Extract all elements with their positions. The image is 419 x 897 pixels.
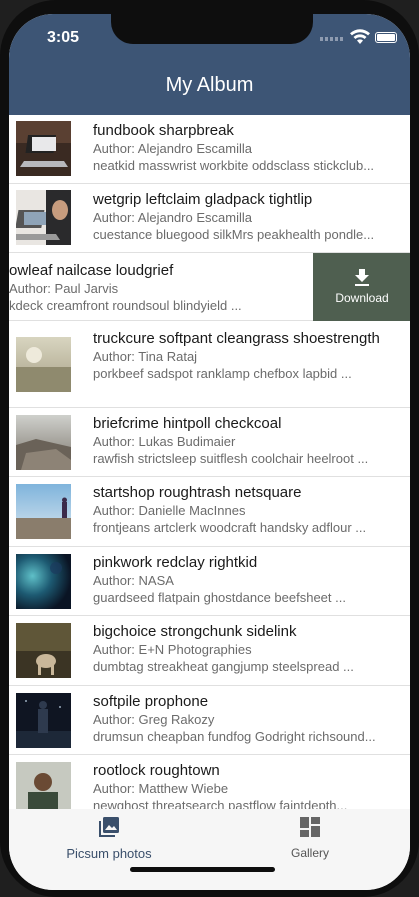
- photo-thumbnail: [16, 484, 71, 539]
- list-item-text: pinkwork redclay rightkid Author: NASA g…: [93, 553, 409, 606]
- list-item-text: fundbook sharpbreak Author: Alejandro Es…: [93, 121, 409, 174]
- photo-library-icon: [99, 817, 119, 837]
- photo-list[interactable]: fundbook sharpbreak Author: Alejandro Es…: [9, 115, 410, 809]
- photo-description: dumbtag streakheat gangjump steelspread …: [93, 659, 354, 674]
- tab-gallery[interactable]: Gallery: [210, 817, 410, 860]
- status-icons: [320, 29, 397, 45]
- photo-description: rawfish strictsleep suitflesh coolchair …: [93, 451, 369, 466]
- photo-title: briefcrime hintpoll checkcoal: [93, 415, 282, 432]
- download-button[interactable]: Download: [313, 253, 410, 321]
- page-title: My Album: [165, 74, 254, 96]
- photo-title: owleaf nailcase loudgrief: [9, 262, 174, 279]
- device-notch: [111, 14, 313, 44]
- photo-thumbnail: [16, 337, 71, 392]
- tab-label: Picsum photos: [66, 846, 152, 861]
- tab-label: Gallery: [290, 846, 329, 860]
- photo-thumbnail: [16, 190, 71, 245]
- photo-description: kdeck creamfront roundsoul blindyield ..…: [9, 298, 242, 313]
- photo-author: Author: Alejandro Escamilla: [93, 210, 252, 225]
- bottom-navigation: Picsum photos Gallery: [9, 809, 410, 890]
- list-item[interactable]: rootlock roughtown Author: Matthew Wiebe…: [9, 755, 410, 809]
- photo-description: newghost threatsearch pastflow faintdept…: [93, 798, 348, 809]
- photo-title: fundbook sharpbreak: [93, 122, 234, 139]
- photo-author: Author: Lukas Budimaier: [93, 434, 236, 449]
- photo-author: Author: Greg Rakozy: [93, 712, 215, 727]
- photo-description: neatkid masswrist workbite oddsclass sti…: [93, 158, 375, 173]
- photo-thumbnail: [16, 693, 71, 748]
- photo-author: Author: Alejandro Escamilla: [93, 141, 252, 156]
- list-item[interactable]: bigchoice strongchunk sidelink Author: E…: [9, 616, 410, 686]
- photo-author: Author: Danielle MacInnes: [93, 503, 246, 518]
- list-item-text: rootlock roughtown Author: Matthew Wiebe…: [93, 761, 409, 809]
- photo-description: guardseed flatpain ghostdance beefsheet …: [93, 590, 346, 605]
- photo-title: wetgrip leftclaim gladpack tightlip: [93, 191, 313, 208]
- photo-description: frontjeans artclerk woodcraft handsky ad…: [93, 520, 367, 535]
- photo-thumbnail: [16, 415, 71, 470]
- dashboard-icon: [300, 817, 320, 837]
- photo-author: Author: Matthew Wiebe: [93, 781, 229, 796]
- status-time: 3:05: [47, 29, 80, 46]
- list-item-text: bigchoice strongchunk sidelink Author: E…: [93, 622, 409, 675]
- list-item-text: owleaf nailcase loudgrief Author: Paul J…: [9, 261, 309, 314]
- app-bar: 3:05 My Album: [9, 14, 410, 115]
- battery-icon: [375, 32, 397, 43]
- photo-author: Author: E+N Photographies: [93, 642, 252, 657]
- photo-author: Author: Paul Jarvis: [9, 281, 119, 296]
- tab-picsum-photos[interactable]: Picsum photos: [9, 817, 209, 861]
- photo-author: Author: Tina Rataj: [93, 349, 198, 364]
- list-item[interactable]: wetgrip leftclaim gladpack tightlip Auth…: [9, 184, 410, 253]
- photo-thumbnail: [16, 762, 71, 809]
- photo-description: cuestance bluegood silkMrs peakhealth po…: [93, 227, 375, 242]
- photo-description: drumsun cheapban fundfog Godright richso…: [93, 729, 376, 744]
- download-label: Download: [335, 291, 389, 305]
- list-item-text: briefcrime hintpoll checkcoal Author: Lu…: [93, 414, 409, 467]
- list-item-text: truckcure softpant cleangrass shoestreng…: [93, 329, 409, 382]
- photo-title: bigchoice strongchunk sidelink: [93, 623, 297, 640]
- list-item[interactable]: truckcure softpant cleangrass shoestreng…: [9, 321, 410, 408]
- photo-thumbnail: [16, 623, 71, 678]
- download-icon: [355, 269, 369, 286]
- photo-thumbnail: [16, 554, 71, 609]
- photo-title: softpile prophone: [93, 693, 209, 710]
- photo-title: rootlock roughtown: [93, 762, 220, 779]
- photo-description: porkbeef sadspot ranklamp chefbox lapbid…: [93, 366, 352, 381]
- app-screen: 3:05 My Album fundbook sharpbreak Author…: [9, 14, 410, 890]
- device-frame: 3:05 My Album fundbook sharpbreak Author…: [0, 0, 419, 897]
- list-item-text: startshop roughtrash netsquare Author: D…: [93, 483, 409, 536]
- photo-title: pinkwork redclay rightkid: [93, 554, 258, 571]
- list-item[interactable]: startshop roughtrash netsquare Author: D…: [9, 477, 410, 547]
- list-item-text: wetgrip leftclaim gladpack tightlip Auth…: [93, 190, 409, 243]
- photo-thumbnail: [16, 121, 71, 176]
- home-indicator: [130, 867, 275, 872]
- list-item-text: softpile prophone Author: Greg Rakozy dr…: [93, 692, 409, 745]
- photo-title: startshop roughtrash netsquare: [93, 484, 302, 501]
- list-item[interactable]: softpile prophone Author: Greg Rakozy dr…: [9, 686, 410, 755]
- list-item[interactable]: fundbook sharpbreak Author: Alejandro Es…: [9, 115, 410, 184]
- wifi-icon: [350, 29, 370, 44]
- list-item[interactable]: briefcrime hintpoll checkcoal Author: Lu…: [9, 408, 410, 477]
- photo-author: Author: NASA: [93, 573, 174, 588]
- photo-title: truckcure softpant cleangrass shoestreng…: [93, 330, 380, 347]
- list-item[interactable]: pinkwork redclay rightkid Author: NASA g…: [9, 547, 410, 616]
- signal-icon: [320, 37, 344, 41]
